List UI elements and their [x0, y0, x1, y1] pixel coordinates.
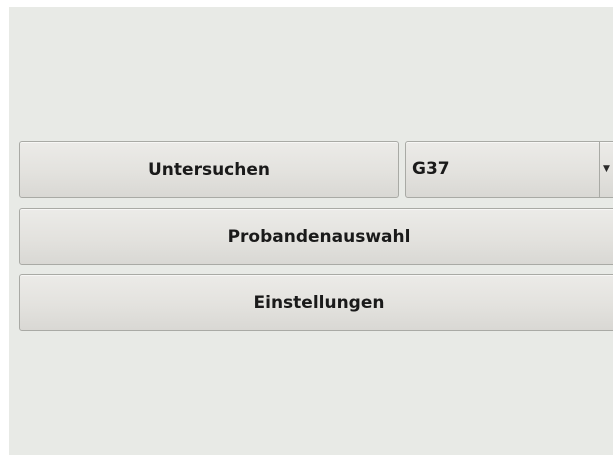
- untersuchen-button[interactable]: Untersuchen: [19, 141, 399, 198]
- dropdown-separator: [599, 142, 600, 197]
- probandenauswahl-button[interactable]: Probandenauswahl: [19, 208, 613, 265]
- einstellungen-button[interactable]: Einstellungen: [19, 274, 613, 331]
- test-select-value: G37: [412, 159, 450, 179]
- test-select-dropdown[interactable]: G37 ▼: [405, 141, 613, 198]
- chevron-down-icon[interactable]: ▼: [603, 142, 610, 197]
